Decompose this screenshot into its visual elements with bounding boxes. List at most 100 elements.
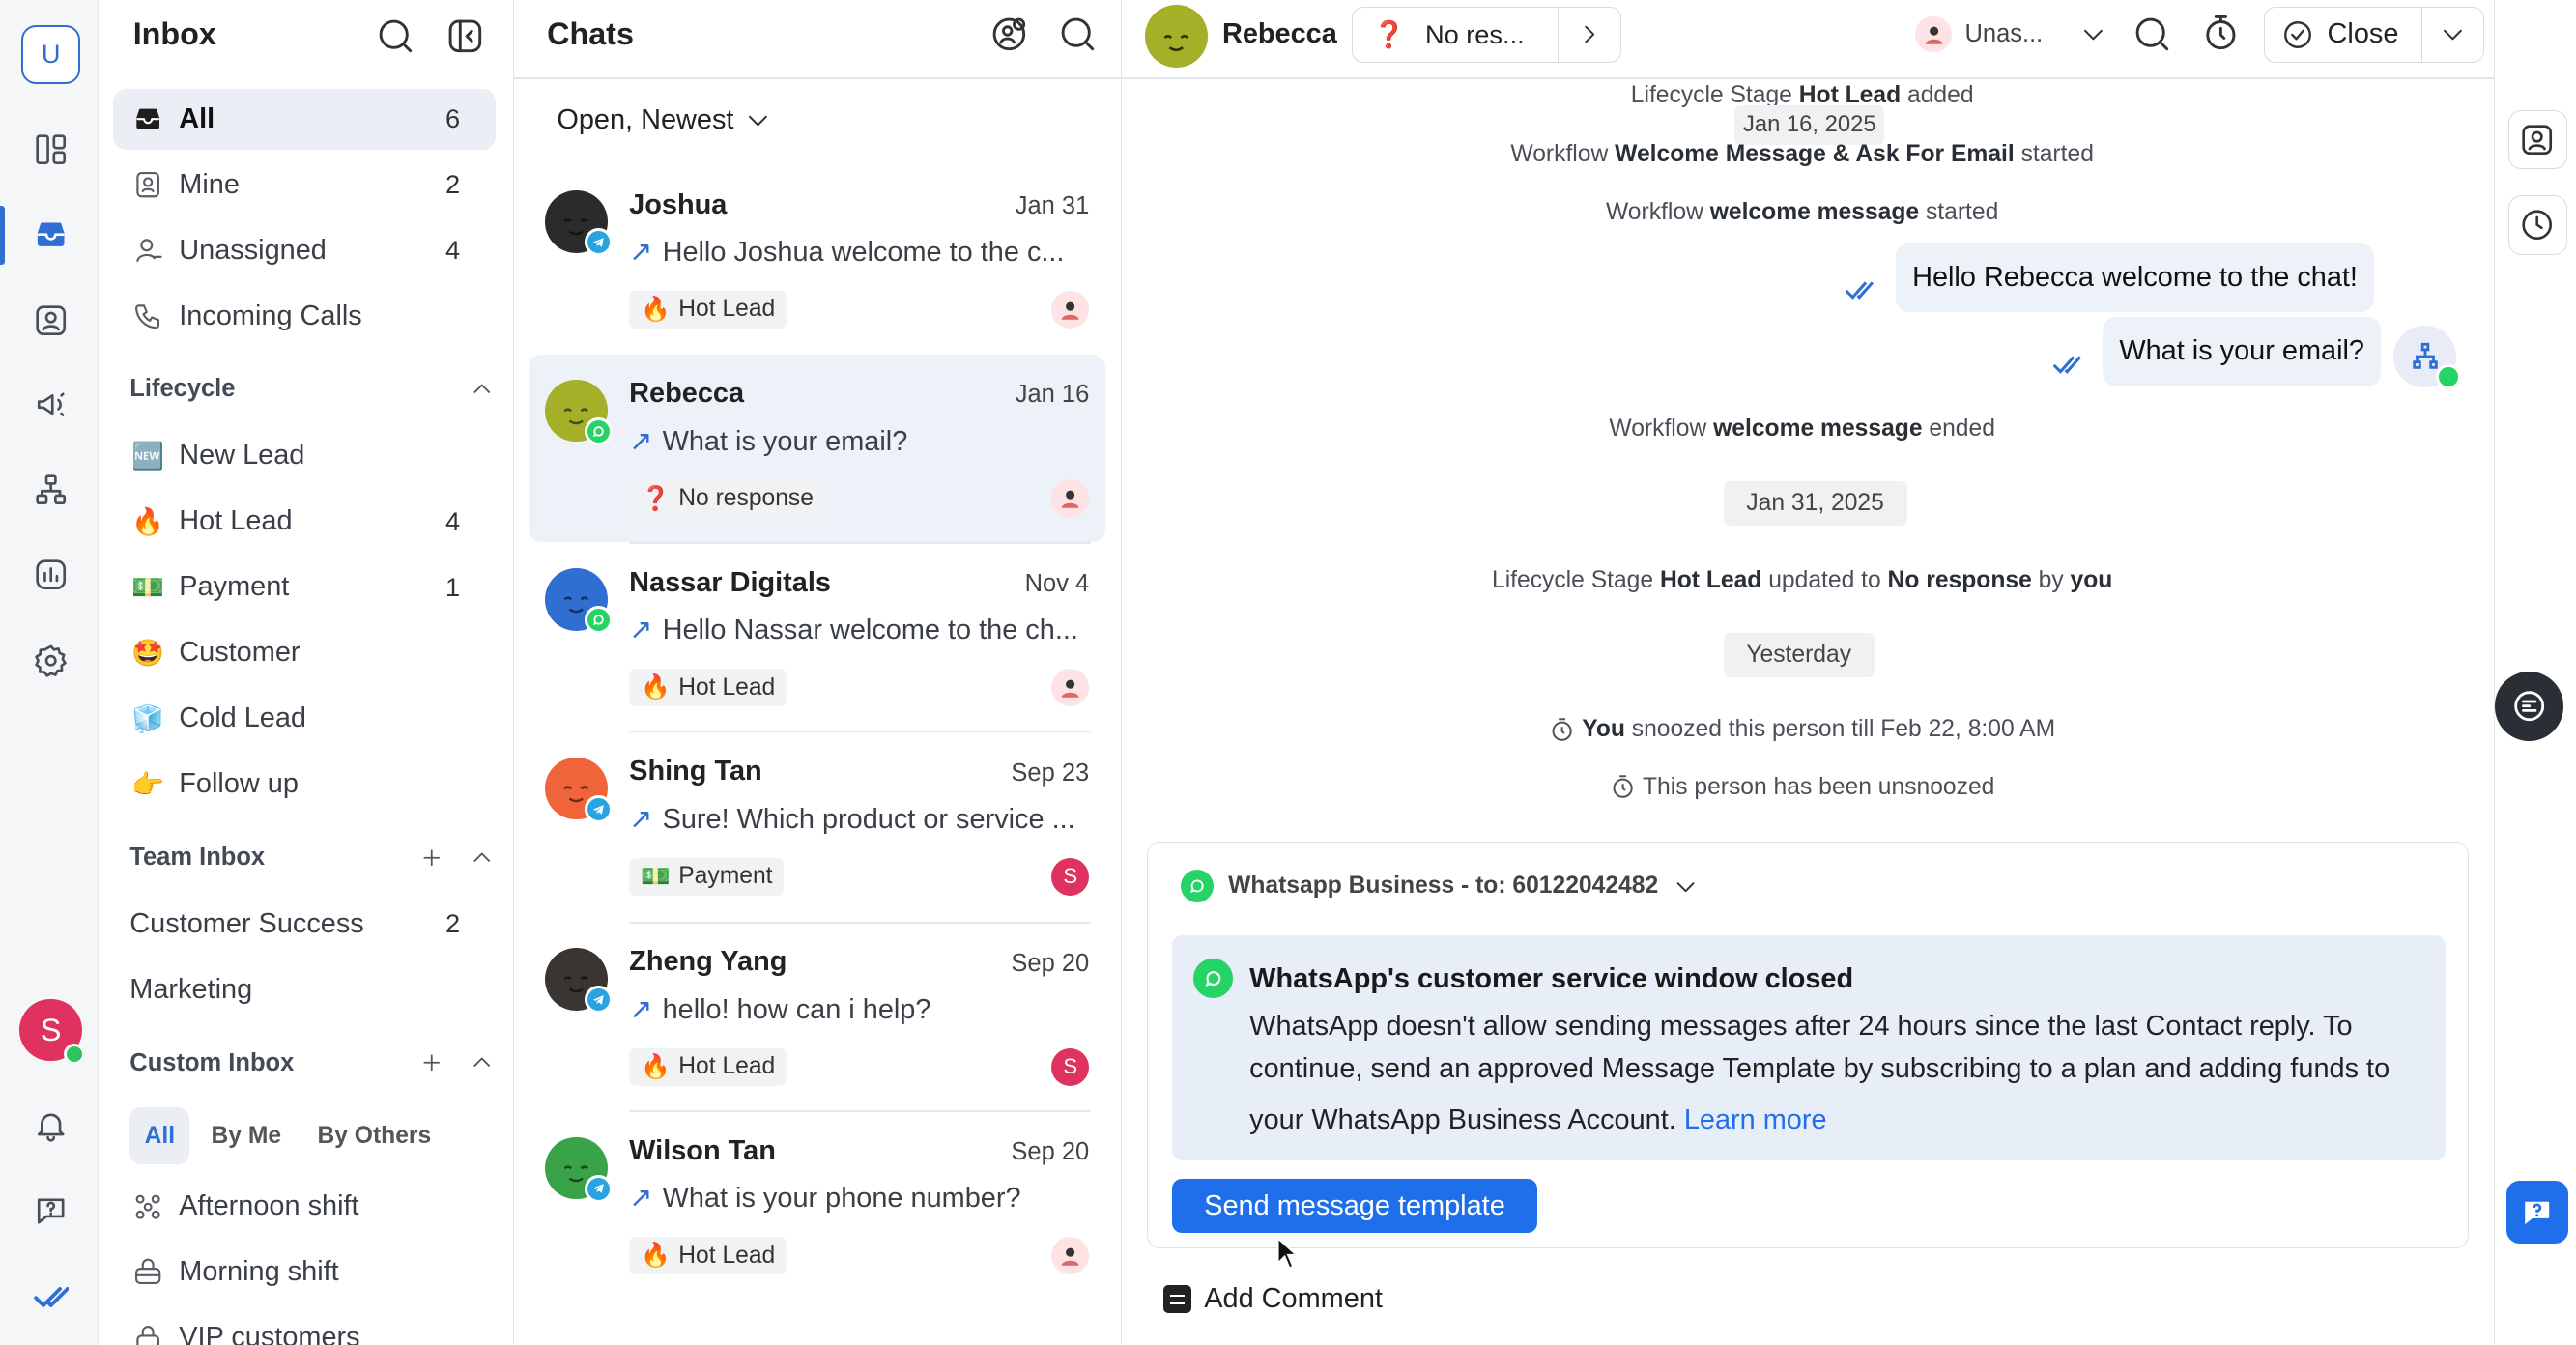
- sidebar-item-all[interactable]: All 6: [113, 88, 497, 150]
- snooze-timer-icon[interactable]: [2201, 14, 2241, 53]
- search-icon[interactable]: [2132, 14, 2172, 54]
- user-avatar-initial: S: [40, 1012, 62, 1047]
- sidebar-item-hot-lead[interactable]: 🔥 Hot Lead 4: [113, 491, 496, 552]
- sidebar-item-label: Hot Lead: [179, 505, 293, 537]
- dashboard-icon[interactable]: [23, 122, 79, 178]
- contact-name[interactable]: Rebecca: [1222, 18, 1337, 50]
- plus-icon[interactable]: [419, 1050, 444, 1075]
- chat-date: Nov 4: [1024, 569, 1090, 597]
- chat-sort-dropdown[interactable]: Open, Newest: [557, 100, 771, 140]
- filter-tab-by-others[interactable]: By Others: [302, 1107, 445, 1165]
- contact-avatar[interactable]: [1145, 5, 1208, 68]
- user-badge-icon: [129, 167, 165, 203]
- sidebar-item-cold-lead[interactable]: 🧊 Cold Lead: [113, 688, 496, 749]
- tag-emoji-icon: 🔥: [641, 1243, 671, 1270]
- sidebar-item-customer[interactable]: 🤩 Customer: [113, 622, 496, 683]
- star-struck-emoji-icon: 🤩: [131, 637, 164, 668]
- chat-date: Jan 31: [1015, 191, 1090, 219]
- plus-icon[interactable]: [419, 845, 444, 871]
- chat-preview: ↗ hello! how can i help?: [629, 992, 1089, 1026]
- lifecycle-tag: 🔥 Hot Lead: [629, 290, 787, 329]
- event-workflow-started: Workflow Welcome Message & Ask For Email…: [1510, 141, 2094, 168]
- close-button[interactable]: Close: [2265, 7, 2423, 62]
- chevron-down-icon: [744, 106, 772, 134]
- reports-icon[interactable]: [23, 547, 79, 603]
- history-clock-icon[interactable]: [2507, 195, 2567, 255]
- sidebar-item-customer-success[interactable]: Customer Success 2: [113, 894, 496, 955]
- chat-list-item[interactable]: Joshua Jan 31 ↗ Hello Joshua welcome to the…: [529, 166, 1105, 354]
- collapse-sidebar-icon[interactable]: [445, 16, 485, 56]
- chat-date: Sep 20: [1011, 949, 1090, 977]
- contacts-icon[interactable]: [23, 293, 79, 349]
- lifecycle-stage-selector[interactable]: ❓ No res...: [1352, 6, 1622, 63]
- sidebar-item-count: 1: [444, 571, 461, 602]
- sidebar-item-vip-customers[interactable]: VIP customers: [113, 1307, 496, 1345]
- unassigned-user-icon: [1051, 290, 1090, 329]
- learn-more-link[interactable]: Learn more: [1684, 1104, 1827, 1135]
- sidebar-item-label: Incoming Calls: [179, 300, 362, 331]
- contact-profile-icon[interactable]: [2507, 109, 2567, 170]
- sidebar-item-afternoon-shift[interactable]: Afternoon shift: [113, 1176, 496, 1237]
- chat-list-item[interactable]: Wilson Tan Sep 20 ↗ What is your phone numb…: [529, 1112, 1105, 1300]
- chevron-up-icon[interactable]: [470, 1050, 495, 1075]
- snooze-timer-icon: [1552, 717, 1572, 741]
- send-message-template-button[interactable]: Send message template: [1172, 1179, 1537, 1234]
- sidebar-item-follow-up[interactable]: 👉 Follow up: [113, 754, 496, 815]
- channel-selector[interactable]: Whatsapp Business - to: 60122042482: [1180, 869, 1700, 904]
- help-icon[interactable]: [23, 1183, 79, 1239]
- broadcast-icon[interactable]: [23, 376, 79, 432]
- sidebar-item-incoming-calls[interactable]: Incoming Calls: [113, 286, 496, 347]
- chat-contact-name: Joshua: [629, 188, 728, 220]
- message-bubble[interactable]: What is your email?: [2103, 317, 2381, 386]
- lifecycle-tag: ❓ No response: [629, 479, 825, 518]
- event-workflow-ended: Workflow welcome message ended: [1609, 415, 1995, 443]
- sidebar-item-morning-shift[interactable]: Morning shift: [113, 1242, 496, 1302]
- assignee-dropdown[interactable]: Unas...: [1915, 10, 2106, 59]
- sidebar-item-new-lead[interactable]: 🆕 New Lead: [113, 425, 496, 486]
- chat-preview-text: What is your phone number?: [662, 1183, 1021, 1215]
- settings-gear-icon[interactable]: [23, 633, 79, 689]
- chevron-up-icon[interactable]: [470, 845, 495, 871]
- chat-assignee: [1051, 669, 1090, 707]
- lifecycle-section-header[interactable]: Lifecycle: [129, 370, 494, 410]
- chat-list-item[interactable]: Shing Tan Sep 23 ↗ Sure! Which product or s…: [529, 732, 1105, 920]
- workspace-switcher[interactable]: U: [21, 24, 81, 84]
- message-bubble[interactable]: Hello Rebecca welcome to the chat!: [1896, 243, 2374, 313]
- close-options-button[interactable]: [2422, 8, 2483, 62]
- sidebar-item-label: New Lead: [179, 440, 305, 472]
- filter-tab-by-me[interactable]: By Me: [196, 1107, 296, 1165]
- search-icon[interactable]: [376, 16, 415, 56]
- whatsapp-icon: [1180, 870, 1214, 903]
- filter-tab-all[interactable]: All: [129, 1106, 190, 1165]
- workflows-icon[interactable]: [23, 462, 79, 518]
- notifications-bell-icon[interactable]: [23, 1098, 79, 1154]
- next-stage-button[interactable]: [1559, 8, 1620, 62]
- add-comment-button[interactable]: Add Comment: [1162, 1280, 1383, 1320]
- chat-preview-text: What is your email?: [662, 425, 908, 457]
- search-icon[interactable]: [1058, 14, 1098, 54]
- chat-list-item[interactable]: Nassar Digitals Nov 4 ↗ Hello Nassar welcom…: [529, 544, 1105, 731]
- add-comment-label: Add Comment: [1204, 1283, 1383, 1315]
- chat-assignee: S: [1051, 857, 1090, 896]
- sidebar-item-marketing[interactable]: Marketing: [113, 959, 496, 1020]
- chat-list-item[interactable]: Rebecca Jan 16 ↗ What is your email? ❓ No res…: [529, 355, 1106, 543]
- sidebar-item-unassigned[interactable]: Unassigned 4: [113, 220, 496, 281]
- sidebar-item-label: Cold Lead: [179, 702, 306, 734]
- chat-date: Sep 20: [1011, 1138, 1090, 1166]
- sidebar-item-payment[interactable]: 💵 Payment 1: [113, 557, 496, 617]
- ai-assist-icon[interactable]: [2494, 672, 2564, 741]
- chat-list-item[interactable]: Zheng Yang Sep 20 ↗ hello! how can i help? 🔥…: [529, 924, 1105, 1111]
- chat-assignee: [1051, 1237, 1090, 1275]
- message-text: What is your email?: [2119, 335, 2364, 367]
- read-receipt-icon: [1845, 281, 1875, 300]
- support-chat-icon[interactable]: [2505, 1181, 2569, 1245]
- chevron-up-icon[interactable]: [470, 377, 495, 402]
- notice-title: WhatsApp's customer service window close…: [1249, 963, 1854, 995]
- read-receipt-icon: [2052, 355, 2081, 374]
- sidebar-item-count: 4: [444, 505, 461, 536]
- inbox-nav-icon[interactable]: [23, 207, 79, 263]
- assign-settings-icon[interactable]: [989, 14, 1029, 54]
- sidebar-item-mine[interactable]: Mine 2: [113, 155, 496, 215]
- unassigned-user-icon: [1051, 669, 1090, 707]
- telegram-badge-icon: [585, 794, 614, 823]
